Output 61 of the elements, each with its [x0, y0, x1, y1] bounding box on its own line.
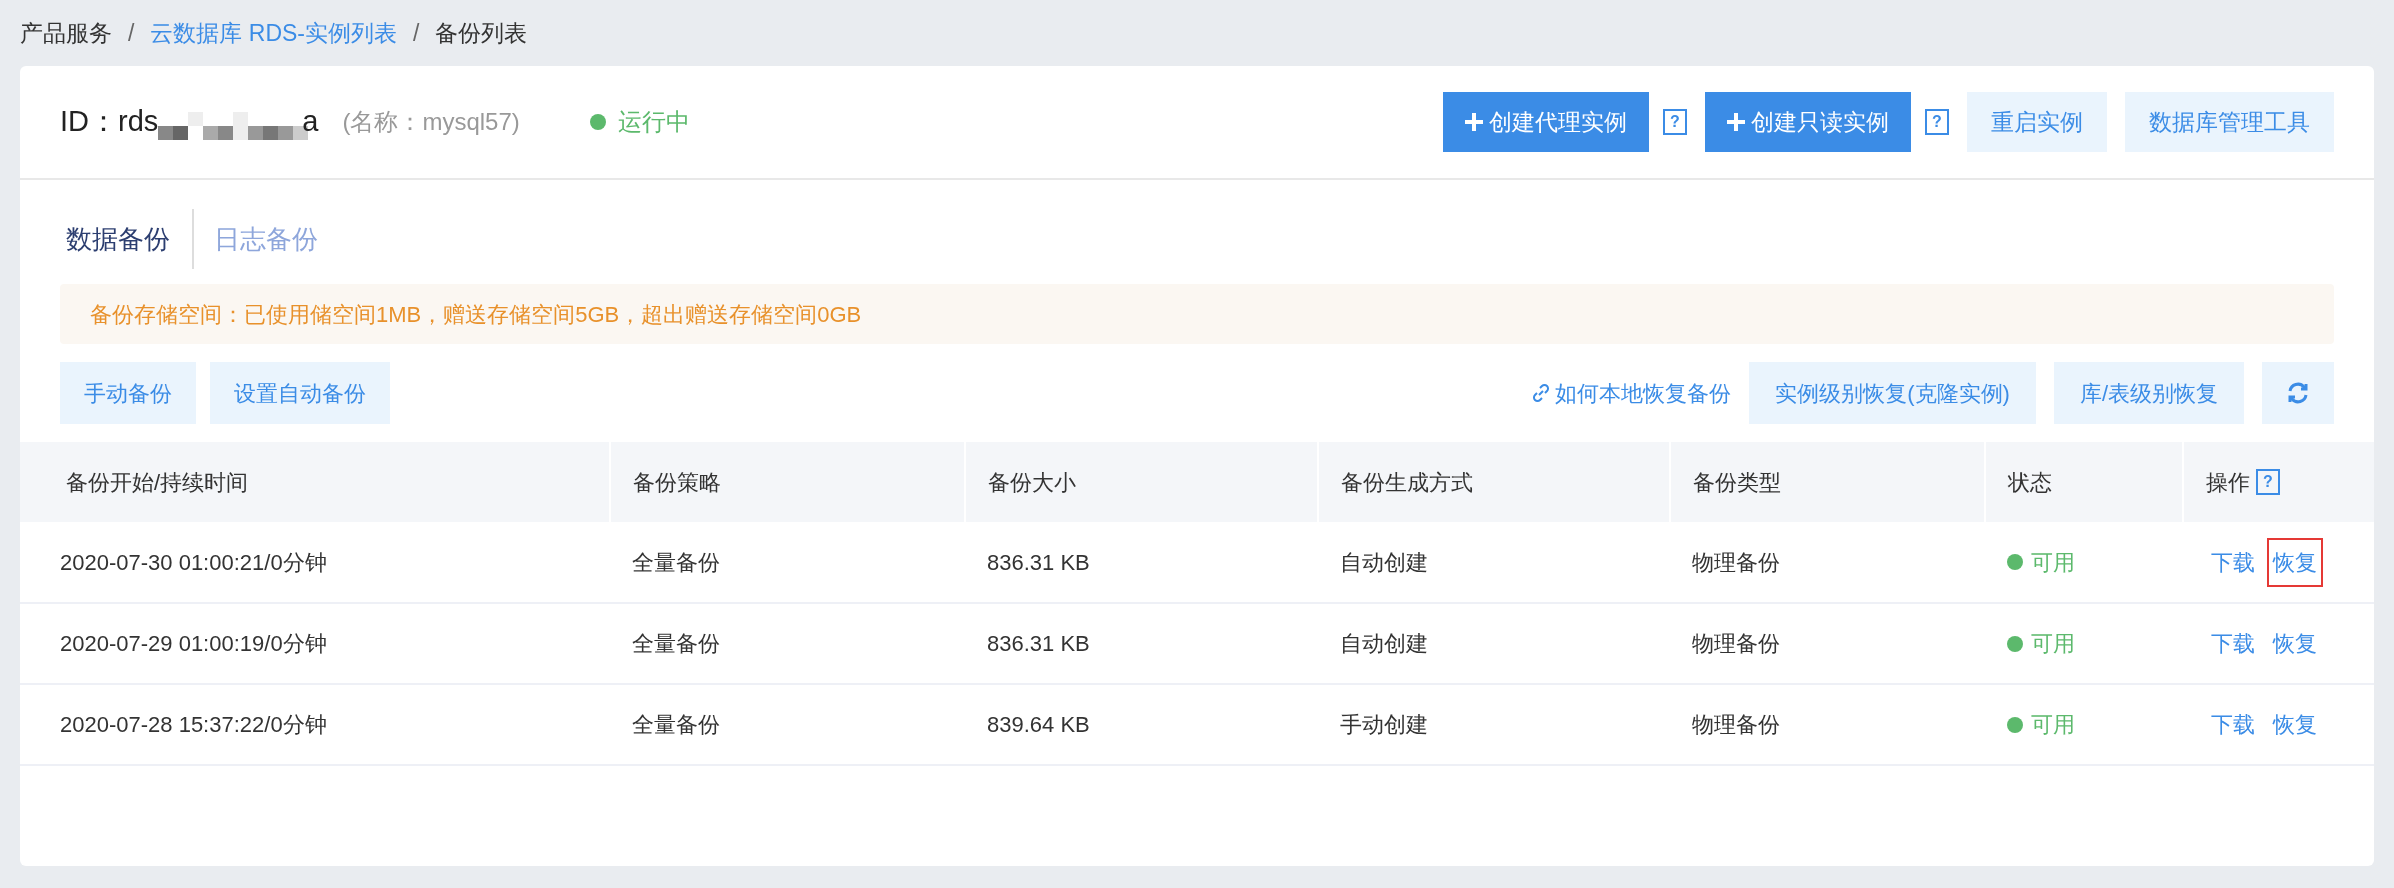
row-action-link[interactable]: 恢复 — [2267, 700, 2323, 749]
help-button[interactable]: ? — [1663, 109, 1687, 135]
help-button[interactable]: ? — [1925, 109, 1949, 135]
action-button[interactable]: 设置自动备份 — [210, 362, 390, 424]
table-cell: 839.64 KB — [987, 712, 1090, 737]
column-header: 备份生成方式 — [1341, 468, 1473, 497]
action-button[interactable]: 库/表级别恢复 — [2053, 362, 2244, 424]
table-cell: 836.31 KB — [987, 549, 1090, 575]
table-cell: 2020-07-29 01:00:19/0分钟 — [60, 631, 327, 656]
row-action-link[interactable]: 下载 — [2205, 619, 2261, 668]
breadcrumb-item: 备份列表 — [435, 18, 528, 48]
action-button[interactable]: 重启实例 — [1967, 92, 2107, 152]
column-header: 备份策略 — [633, 468, 721, 497]
table-cell: 物理备份 — [1692, 712, 1780, 737]
plus-icon — [1465, 113, 1483, 131]
table-cell: 物理备份 — [1692, 549, 1780, 575]
column-header: 状态 — [2008, 468, 2052, 497]
instance-name: (名称：mysql57) — [342, 107, 520, 137]
table-cell: 物理备份 — [1692, 631, 1780, 656]
help-link[interactable]: 如何本地恢复备份 — [1531, 376, 1732, 410]
status-text: 可用 — [2031, 548, 2075, 577]
row-action-link[interactable]: 下载 — [2205, 537, 2261, 587]
table-cell: 自动创建 — [1340, 549, 1428, 575]
breadcrumb-separator: / — [127, 18, 136, 48]
status-text: 可用 — [2031, 711, 2075, 739]
tab[interactable]: 日志备份 — [192, 209, 318, 269]
breadcrumb-item: 产品服务 — [20, 18, 112, 48]
row-action-link[interactable]: 下载 — [2205, 700, 2261, 749]
row-action-link[interactable]: 恢复 — [2267, 537, 2323, 587]
refresh-icon — [2286, 381, 2310, 405]
create-button[interactable]: 创建只读实例 — [1705, 92, 1911, 152]
instance-id-label: ID： — [60, 104, 118, 140]
link-icon — [1531, 383, 1552, 403]
action-button[interactable]: 手动备份 — [60, 362, 196, 424]
row-action-link[interactable]: 恢复 — [2267, 619, 2323, 668]
status-text: 运行中 — [617, 107, 690, 137]
instance-id-tail: a — [302, 104, 319, 140]
table-cell: 手动创建 — [1340, 712, 1428, 737]
instance-id: rds — [118, 104, 159, 140]
breadcrumb-separator: / — [412, 18, 421, 48]
refresh-button[interactable] — [2262, 362, 2334, 424]
action-button[interactable]: 数据库管理工具 — [2125, 92, 2334, 152]
column-header: 备份大小 — [988, 468, 1076, 497]
status-text: 可用 — [2031, 630, 2075, 658]
create-button[interactable]: 创建代理实例 — [1443, 92, 1649, 152]
notice-text: 备份存储空间：已使用储空间1MB，赠送存储空间5GB，超出赠送存储空间0GB — [60, 284, 2334, 344]
column-header: 备份开始/持续时间 — [66, 468, 249, 497]
breadcrumb-link[interactable]: 云数据库 RDS-实例列表 — [150, 15, 397, 51]
column-header: 备份类型 — [1693, 468, 1781, 497]
table-cell: 自动创建 — [1340, 631, 1428, 656]
column-header: 操作 — [2206, 468, 2250, 497]
help-button[interactable]: ? — [2256, 469, 2280, 495]
plus-icon — [1727, 113, 1745, 131]
table-cell: 全量备份 — [632, 631, 720, 656]
table-cell: 2020-07-30 01:00:21/0分钟 — [60, 549, 327, 575]
action-button[interactable]: 实例级别恢复(克隆实例) — [1749, 362, 2036, 424]
table-cell: 2020-07-28 15:37:22/0分钟 — [60, 712, 327, 737]
tab[interactable]: 数据备份 — [60, 209, 192, 269]
table-cell: 全量备份 — [632, 549, 720, 575]
table-cell: 全量备份 — [632, 712, 720, 737]
table-cell: 836.31 KB — [987, 631, 1090, 656]
